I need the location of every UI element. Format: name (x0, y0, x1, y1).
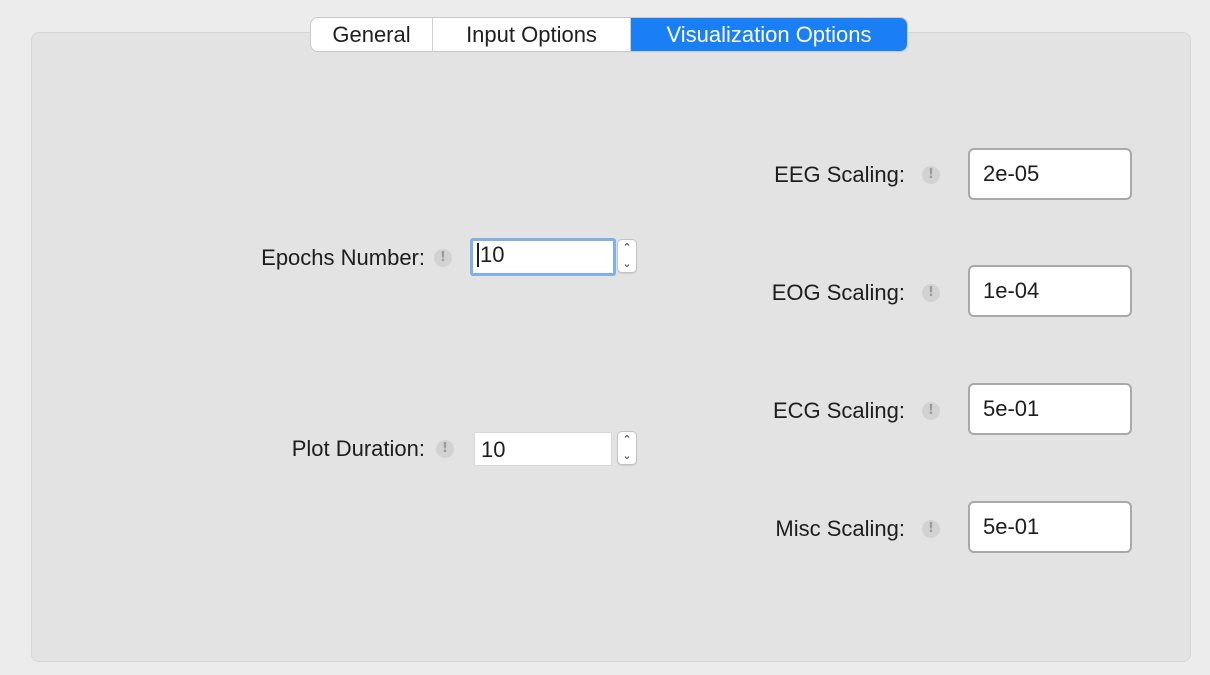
preferences-window: General Input Options Visualization Opti… (0, 0, 1210, 675)
eog-scaling-label: EOG Scaling: (771, 280, 905, 305)
plot-duration-stepper[interactable]: ⌃ ⌄ (617, 431, 637, 465)
stepper-up-icon[interactable]: ⌃ (618, 240, 636, 256)
tab-visualization-options[interactable]: Visualization Options (631, 18, 907, 51)
epochs-number-input[interactable]: 10 (470, 238, 616, 276)
misc-scaling-label: Misc Scaling: (775, 516, 905, 541)
eog-scaling-info-icon[interactable]: ! (922, 284, 940, 302)
eeg-scaling-label: EEG Scaling: (774, 162, 905, 187)
tab-input-options[interactable]: Input Options (433, 18, 631, 51)
ecg-scaling-label: ECG Scaling: (772, 398, 905, 423)
plot-duration-label: Plot Duration: (291, 436, 425, 461)
misc-scaling-input[interactable]: 5e-01 (968, 501, 1132, 553)
stepper-down-icon[interactable]: ⌄ (618, 448, 636, 464)
plot-duration-info-icon[interactable]: ! (436, 440, 454, 458)
tab-general[interactable]: General (311, 18, 433, 51)
stepper-down-icon[interactable]: ⌄ (618, 256, 636, 272)
epochs-number-info-icon[interactable]: ! (434, 249, 452, 267)
epochs-number-value: 10 (480, 242, 505, 267)
epochs-number-label: Epochs Number: (261, 245, 425, 270)
eeg-scaling-info-icon[interactable]: ! (922, 166, 940, 184)
ecg-scaling-info-icon[interactable]: ! (922, 402, 940, 420)
epochs-number-stepper[interactable]: ⌃ ⌄ (617, 239, 637, 273)
stepper-up-icon[interactable]: ⌃ (618, 432, 636, 448)
ecg-scaling-input[interactable]: 5e-01 (968, 383, 1132, 435)
tab-content-panel (31, 32, 1191, 662)
eeg-scaling-input[interactable]: 2e-05 (968, 148, 1132, 200)
text-caret (477, 242, 479, 267)
misc-scaling-info-icon[interactable]: ! (922, 520, 940, 538)
tab-bar: General Input Options Visualization Opti… (311, 18, 907, 51)
eog-scaling-input[interactable]: 1e-04 (968, 265, 1132, 317)
plot-duration-value: 10 (481, 437, 506, 462)
plot-duration-input[interactable]: 10 (474, 432, 612, 466)
